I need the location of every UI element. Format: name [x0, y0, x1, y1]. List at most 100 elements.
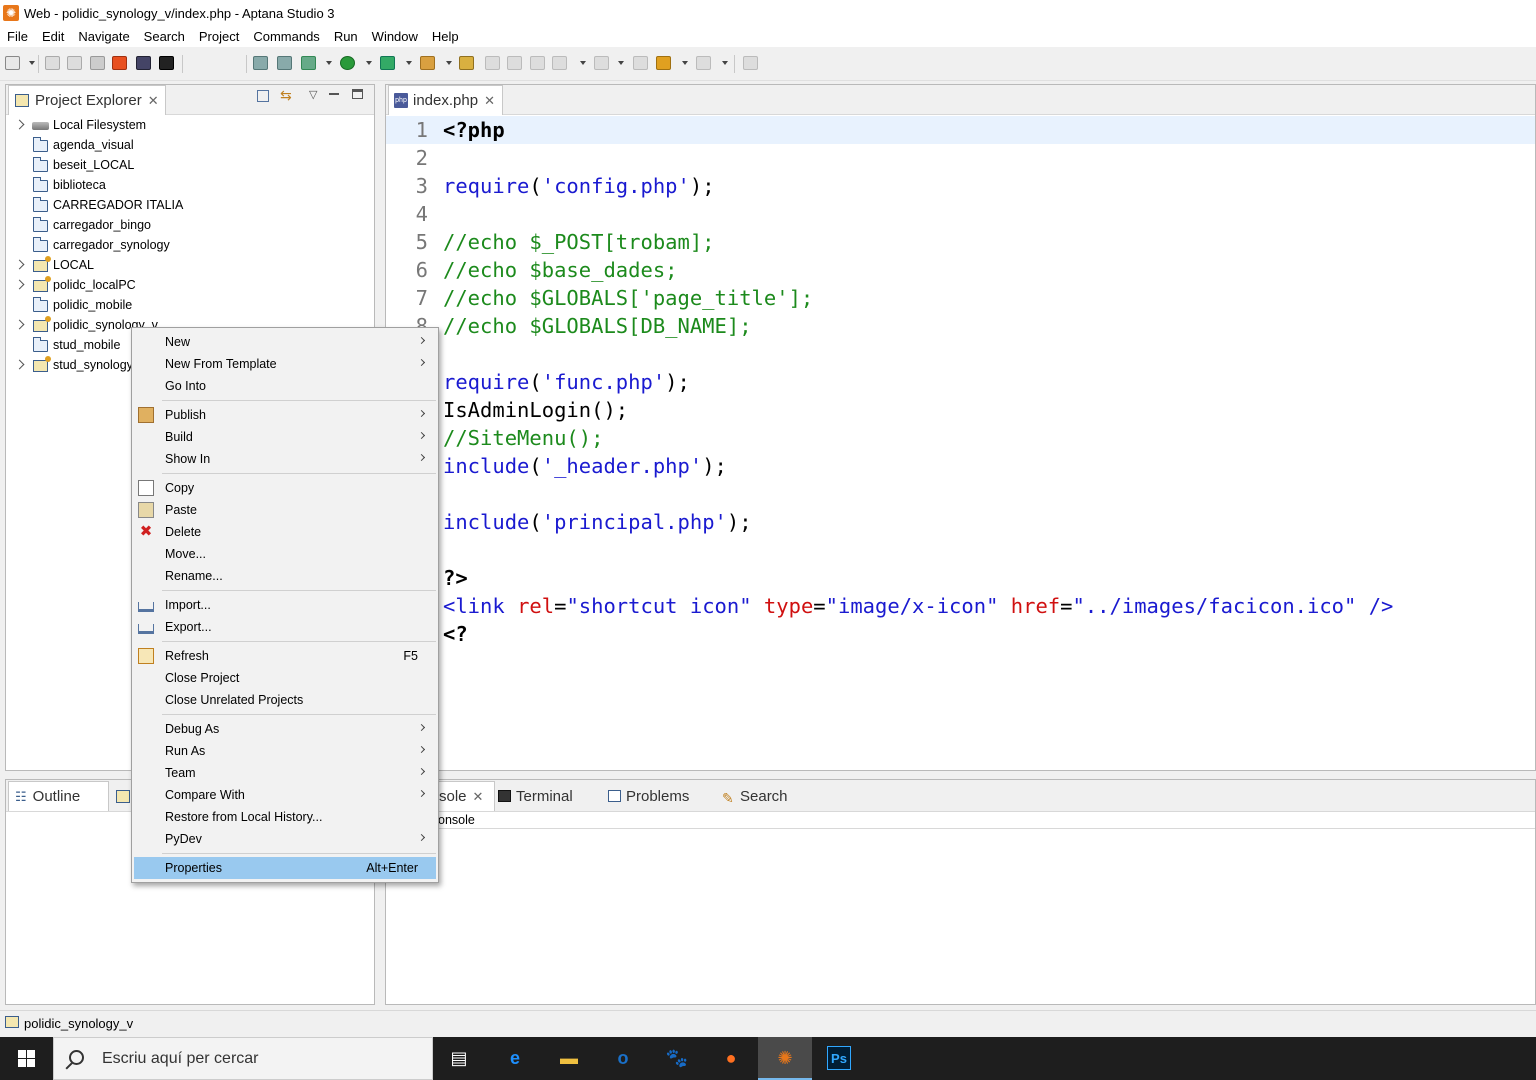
menu-item-new[interactable]: New — [134, 331, 436, 353]
open-project-icon[interactable] — [459, 56, 474, 70]
menu-project[interactable]: Project — [192, 29, 246, 44]
menu-item-publish[interactable]: Publish — [134, 404, 436, 426]
tools-icon[interactable] — [420, 56, 435, 70]
dropdown-arrow-icon[interactable] — [580, 61, 586, 65]
save-all-icon[interactable] — [67, 56, 82, 70]
run-external-icon[interactable] — [380, 56, 395, 70]
tree-item-polidic-mobile[interactable]: polidic_mobile — [6, 296, 374, 316]
menu-item-compare-with[interactable]: Compare With — [134, 784, 436, 806]
menu-item-debug-as[interactable]: Debug As — [134, 718, 436, 740]
tab-index-php[interactable]: php index.php ✕ — [388, 85, 503, 115]
menu-item-export[interactable]: Export... — [134, 616, 436, 638]
menu-item-show-in[interactable]: Show In — [134, 448, 436, 470]
dropdown-arrow-icon[interactable] — [682, 61, 688, 65]
tree-item-beseit-local[interactable]: beseit_LOCAL — [6, 156, 374, 176]
new-icon[interactable] — [5, 56, 20, 70]
next-annotation-icon[interactable] — [594, 56, 609, 70]
firefox-taskbar-button[interactable]: ● — [704, 1037, 758, 1080]
taskbar-search-box[interactable]: Escriu aquí per cercar — [53, 1037, 433, 1080]
tree-item-carregador-synology[interactable]: carregador_synology — [6, 236, 374, 256]
dropdown-arrow-icon[interactable] — [446, 61, 452, 65]
menu-run[interactable]: Run — [327, 29, 365, 44]
code-editor[interactable]: 1 <?php 2 3 require('config.php'); 4 5//echo $… — [386, 116, 1535, 770]
close-icon[interactable]: ✕ — [473, 789, 484, 805]
chevron-right-icon[interactable] — [14, 279, 25, 290]
menu-edit[interactable]: Edit — [35, 29, 71, 44]
menu-item-move[interactable]: Move... — [134, 543, 436, 565]
menu-item-delete[interactable]: ✖ Delete — [134, 521, 436, 543]
tab-search[interactable]: ✎ Search — [720, 781, 798, 811]
tree-item-carregador-bingo[interactable]: carregador_bingo — [6, 216, 374, 236]
chevron-right-icon[interactable] — [14, 319, 25, 330]
menu-item-go-into[interactable]: Go Into — [134, 375, 436, 397]
dropdown-arrow-icon[interactable] — [29, 61, 35, 65]
terminal-icon[interactable] — [159, 56, 174, 70]
minimize-icon[interactable] — [329, 93, 339, 95]
task-view-taskbar-button[interactable]: ▤ — [432, 1037, 486, 1080]
view-menu-icon[interactable]: ▽ — [309, 88, 317, 101]
tree-item-biblioteca[interactable]: biblioteca — [6, 176, 374, 196]
menu-navigate[interactable]: Navigate — [71, 29, 136, 44]
tab-outline[interactable]: ☷ Outline — [8, 781, 109, 811]
menu-help[interactable]: Help — [425, 29, 466, 44]
tree-item-carregador-italia[interactable]: CARREGADOR ITALIA — [6, 196, 374, 216]
menu-item-run-as[interactable]: Run As — [134, 740, 436, 762]
menu-item-properties[interactable]: Properties Alt+Enter — [134, 857, 436, 879]
dropdown-arrow-icon[interactable] — [326, 61, 332, 65]
menu-item-new-from-template[interactable]: New From Template — [134, 353, 436, 375]
dropdown-arrow-icon[interactable] — [722, 61, 728, 65]
dropdown-arrow-icon[interactable] — [618, 61, 624, 65]
photoshop-taskbar-button[interactable]: Ps — [812, 1037, 866, 1080]
dropdown-arrow-icon[interactable] — [366, 61, 372, 65]
menu-item-build[interactable]: Build — [134, 426, 436, 448]
back-icon[interactable] — [656, 56, 671, 70]
chevron-right-icon[interactable] — [14, 259, 25, 270]
tab-project-explorer[interactable]: Project Explorer ✕ — [8, 85, 166, 115]
menu-item-paste[interactable]: Paste — [134, 499, 436, 521]
tree-item-local-filesystem[interactable]: Local Filesystem — [6, 116, 374, 136]
menu-item-restore-from-local-history[interactable]: Restore from Local History... — [134, 806, 436, 828]
tree-item-agenda-visual[interactable]: agenda_visual — [6, 136, 374, 156]
forward-icon[interactable] — [696, 56, 711, 70]
annotation-icon[interactable] — [552, 56, 567, 70]
back-history-icon[interactable] — [633, 56, 648, 70]
deploy-icon[interactable] — [253, 56, 268, 70]
print-icon[interactable] — [90, 56, 105, 70]
menu-item-pydev[interactable]: PyDev — [134, 828, 436, 850]
tree-item-polidc-localpc[interactable]: polidc_localPC — [6, 276, 374, 296]
menu-window[interactable]: Window — [365, 29, 425, 44]
tab-sole[interactable]: sole ✕ — [438, 781, 495, 811]
close-icon[interactable]: ✕ — [148, 93, 159, 109]
chevron-right-icon[interactable] — [14, 119, 25, 130]
format-icon[interactable] — [507, 56, 522, 70]
menu-file[interactable]: File — [0, 29, 35, 44]
edge-taskbar-button[interactable]: e — [488, 1037, 542, 1080]
debug-icon[interactable] — [301, 56, 316, 70]
pin-icon[interactable] — [743, 56, 758, 70]
menu-item-team[interactable]: Team — [134, 762, 436, 784]
close-icon[interactable]: ✕ — [484, 93, 495, 109]
toggle-icon[interactable] — [530, 56, 545, 70]
menu-item-rename[interactable]: Rename... — [134, 565, 436, 587]
menu-item-copy[interactable]: Copy — [134, 477, 436, 499]
pen-icon[interactable] — [485, 56, 500, 70]
menu-commands[interactable]: Commands — [246, 29, 326, 44]
link-with-editor-icon[interactable]: ⇆ — [280, 87, 292, 104]
menu-search[interactable]: Search — [137, 29, 192, 44]
aptana-taskbar-button[interactable]: ✺ — [758, 1037, 812, 1080]
tab-problems[interactable]: Problems — [606, 781, 708, 811]
dropdown-arrow-icon[interactable] — [406, 61, 412, 65]
menu-item-close-unrelated-projects[interactable]: Close Unrelated Projects — [134, 689, 436, 711]
outlook-taskbar-button[interactable]: o — [596, 1037, 650, 1080]
browser-icon[interactable] — [136, 56, 151, 70]
file-explorer-taskbar-button[interactable]: ▬ — [542, 1037, 596, 1080]
menu-item-close-project[interactable]: Close Project — [134, 667, 436, 689]
menu-item-import[interactable]: Import... — [134, 594, 436, 616]
tree-item-local[interactable]: LOCAL — [6, 256, 374, 276]
gimp-taskbar-button[interactable]: 🐾 — [650, 1037, 704, 1080]
sync-icon[interactable] — [277, 56, 292, 70]
collapse-all-icon[interactable] — [257, 90, 269, 102]
home-icon[interactable] — [112, 56, 127, 70]
run-icon[interactable] — [340, 56, 355, 70]
start-button[interactable] — [0, 1037, 53, 1080]
